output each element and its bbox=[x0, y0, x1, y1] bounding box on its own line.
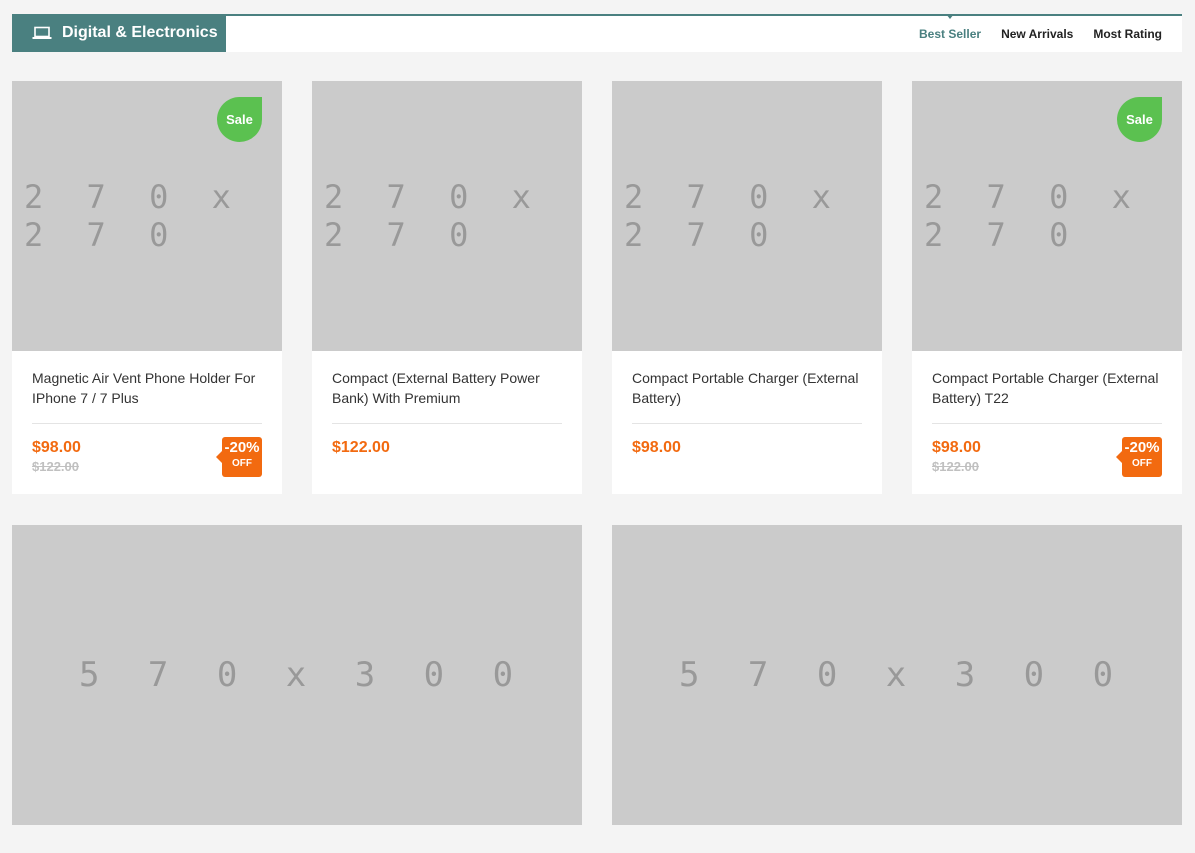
category-header: Digital & Electronics Best Seller New Ar… bbox=[12, 14, 1182, 52]
discount-percent: -20% bbox=[1124, 439, 1160, 456]
discount-percent: -20% bbox=[224, 439, 260, 456]
divider bbox=[932, 423, 1162, 424]
category-title: Digital & Electronics bbox=[62, 24, 218, 41]
product-price: $98.00 bbox=[632, 439, 681, 456]
product-old-price: $122.00 bbox=[932, 459, 979, 474]
image-placeholder-label: 2 7 0 x 2 7 0 bbox=[324, 178, 543, 254]
product-price: $98.00 bbox=[32, 439, 81, 456]
divider bbox=[32, 423, 262, 424]
product-card[interactable]: 2 7 0 x 2 7 0 Compact Portable Charger (… bbox=[612, 81, 882, 494]
product-card[interactable]: 2 7 0 x 2 7 0 Compact (External Battery … bbox=[312, 81, 582, 494]
image-placeholder-label: 2 7 0 x 2 7 0 bbox=[624, 178, 843, 254]
product-price: $122.00 bbox=[332, 439, 390, 456]
image-placeholder-label: 2 7 0 x 2 7 0 bbox=[24, 178, 243, 254]
discount-off-label: OFF bbox=[1132, 458, 1152, 469]
discount-badge: -20% OFF bbox=[216, 437, 262, 477]
product-price: $98.00 bbox=[932, 439, 981, 456]
discount-off-label: OFF bbox=[232, 458, 252, 469]
product-card[interactable]: 2 7 0 x 2 7 0 Sale Compact Portable Char… bbox=[912, 81, 1182, 494]
divider bbox=[332, 423, 562, 424]
image-placeholder-label: 2 7 0 x 2 7 0 bbox=[924, 178, 1143, 254]
product-name[interactable]: Compact (External Battery Power Bank) Wi… bbox=[332, 368, 564, 408]
image-placeholder-label: 5 7 0 x 3 0 0 bbox=[78, 655, 528, 695]
discount-badge: -20% OFF bbox=[1116, 437, 1162, 477]
product-old-price: $122.00 bbox=[32, 459, 79, 474]
product-card[interactable]: 2 7 0 x 2 7 0 Sale Magnetic Air Vent Pho… bbox=[12, 81, 282, 494]
divider bbox=[632, 423, 862, 424]
sale-badge: Sale bbox=[217, 97, 262, 142]
product-image[interactable]: 2 7 0 x 2 7 0 bbox=[612, 81, 882, 351]
product-tabs: Best Seller New Arrivals Most Rating bbox=[899, 16, 1162, 52]
sale-badge: Sale bbox=[1117, 97, 1162, 142]
product-image[interactable]: 2 7 0 x 2 7 0 bbox=[312, 81, 582, 351]
category-title-block[interactable]: Digital & Electronics bbox=[12, 14, 226, 52]
product-name[interactable]: Magnetic Air Vent Phone Holder For IPhon… bbox=[32, 368, 264, 408]
laptop-icon bbox=[32, 26, 52, 40]
promo-banner-left[interactable]: 5 7 0 x 3 0 0 bbox=[12, 525, 582, 825]
tab-best-seller[interactable]: Best Seller bbox=[919, 27, 981, 41]
tab-most-rating[interactable]: Most Rating bbox=[1093, 27, 1162, 41]
tab-new-arrivals[interactable]: New Arrivals bbox=[1001, 27, 1073, 41]
product-name[interactable]: Compact Portable Charger (External Batte… bbox=[632, 368, 864, 408]
image-placeholder-label: 5 7 0 x 3 0 0 bbox=[678, 655, 1128, 695]
product-name[interactable]: Compact Portable Charger (External Batte… bbox=[932, 368, 1164, 408]
promo-banner-right[interactable]: 5 7 0 x 3 0 0 bbox=[612, 525, 1182, 825]
